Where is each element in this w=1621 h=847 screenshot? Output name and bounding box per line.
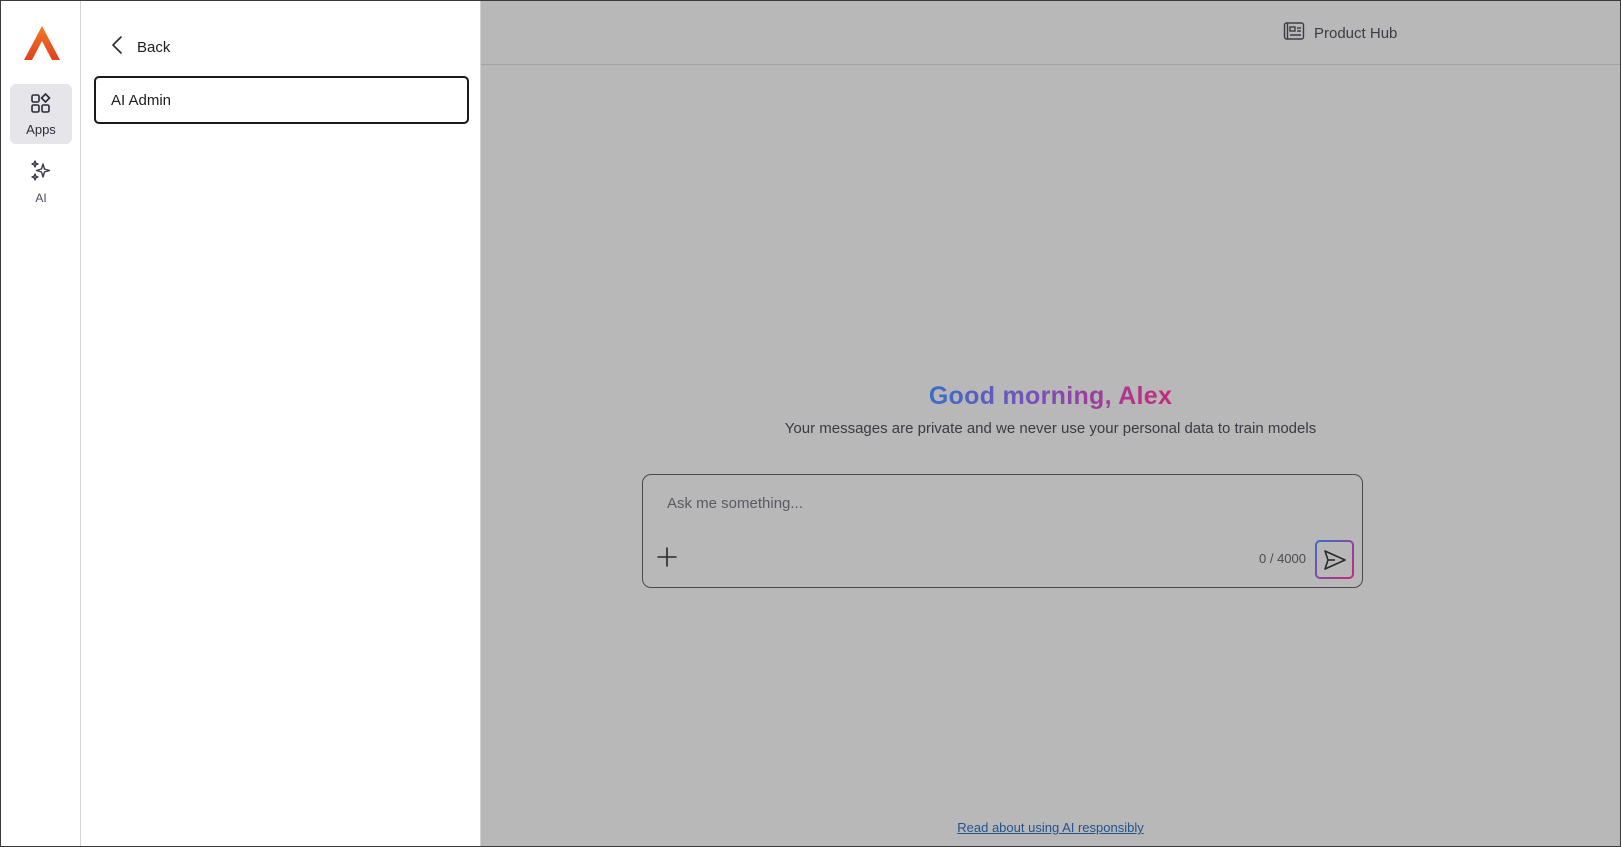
apps-grid-icon (30, 92, 52, 119)
rail-item-ai-label: AI (35, 191, 47, 205)
app-window: Apps AI Back AI Admin Product Hub Good m… (0, 0, 1621, 847)
chevron-left-icon (111, 35, 123, 59)
rail-item-apps[interactable]: Apps (10, 84, 72, 144)
send-button[interactable] (1315, 540, 1354, 579)
rail-item-ai[interactable]: AI (10, 152, 72, 212)
apps-panel: Back AI Admin (81, 1, 481, 846)
responsible-ai-link[interactable]: Read about using AI responsibly (957, 820, 1143, 835)
back-label: Back (137, 38, 171, 56)
responsible-ai-footer: Read about using AI responsibly (481, 820, 1620, 835)
chat-composer: 0 / 4000 (642, 474, 1363, 588)
rail-item-apps-label: Apps (26, 121, 56, 137)
panel-entry-label: AI Admin (111, 91, 172, 109)
back-button[interactable]: Back (111, 35, 170, 59)
newspaper-icon (1283, 21, 1305, 45)
product-hub-link[interactable]: Product Hub (1283, 21, 1397, 45)
plus-icon (657, 547, 677, 567)
product-hub-label: Product Hub (1314, 24, 1398, 42)
top-bar: Product Hub (481, 1, 1620, 65)
chat-input[interactable] (665, 489, 1329, 517)
sparkles-icon (29, 159, 53, 188)
greeting-heading: Good morning, Alex (481, 382, 1620, 411)
main-overlay[interactable]: Product Hub Good morning, Alex Your mess… (481, 1, 1620, 846)
greeting-text: Good morning, Alex (928, 382, 1173, 410)
left-rail: Apps AI (1, 1, 81, 846)
panel-entry-ai-admin[interactable]: AI Admin (94, 76, 469, 124)
app-logo[interactable] (23, 25, 61, 61)
char-counter: 0 / 4000 (1259, 551, 1306, 566)
send-icon (1323, 549, 1346, 570)
privacy-note: Your messages are private and we never u… (784, 420, 1317, 437)
add-attachment-button[interactable] (655, 545, 679, 569)
